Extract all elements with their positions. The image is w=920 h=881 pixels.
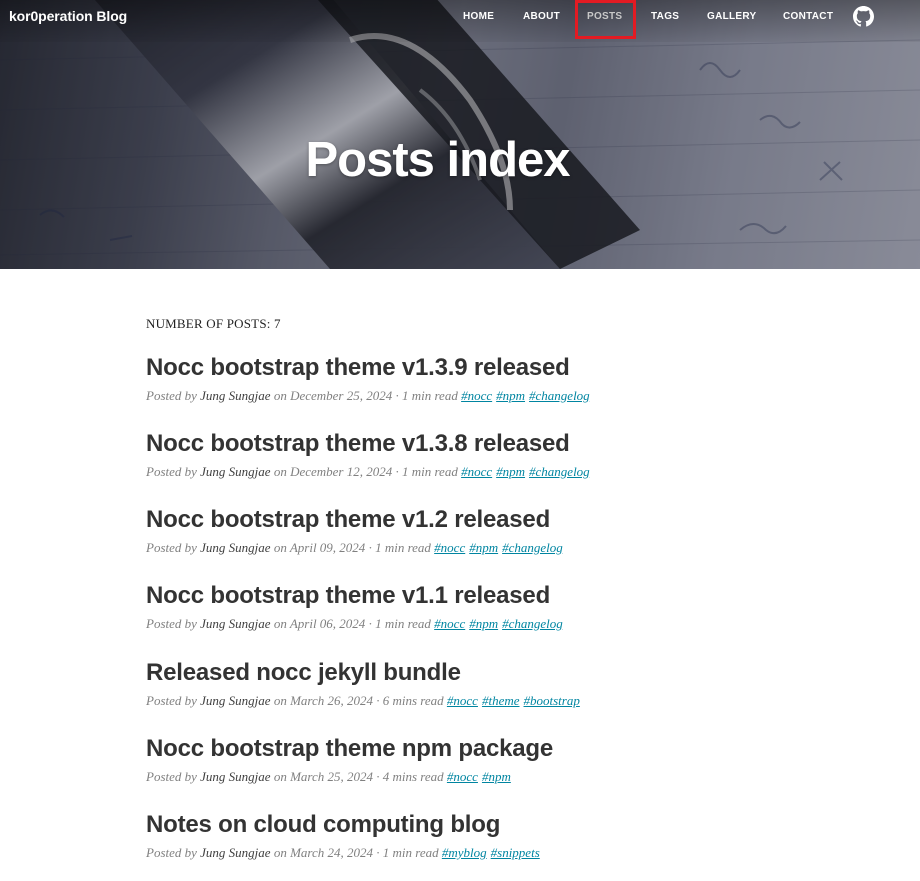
top-navigation: kor0peration Blog HOME ABOUT POSTS TAGS … [0, 0, 920, 42]
post-date: December 12, 2024 [290, 464, 393, 479]
post-tag-link[interactable]: #npm [496, 464, 525, 479]
read-time: · 1 min read [368, 616, 431, 631]
post-tag-link[interactable]: #changelog [502, 616, 563, 631]
post-meta: Posted by Jung Sungjae on March 24, 2024… [146, 844, 786, 862]
post-tag-link[interactable]: #nocc [434, 616, 465, 631]
brand-link[interactable]: kor0peration Blog [9, 8, 127, 24]
post-tag-link[interactable]: #npm [482, 769, 511, 784]
date-prefix: on [273, 693, 287, 708]
post-author: Jung Sungjae [200, 540, 271, 555]
read-time: · 1 min read [395, 464, 458, 479]
posted-by-label: Posted by [146, 388, 197, 403]
post-title-link[interactable]: Nocc bootstrap theme npm package [146, 735, 786, 763]
post-title-link[interactable]: Nocc bootstrap theme v1.2 released [146, 506, 786, 534]
post-preview: Released nocc jekyll bundle Posted by Jun… [146, 659, 786, 710]
date-prefix: on [273, 769, 287, 784]
posted-by-label: Posted by [146, 769, 197, 784]
post-preview: Nocc bootstrap theme npm package Posted b… [146, 735, 786, 786]
nav-about[interactable]: ABOUT [523, 11, 560, 22]
post-tag-link[interactable]: #changelog [529, 388, 590, 403]
read-time: · 1 min read [376, 845, 439, 860]
read-time: · 1 min read [368, 540, 431, 555]
post-date: April 06, 2024 [289, 616, 366, 631]
github-icon[interactable] [853, 6, 874, 27]
date-prefix: on [273, 540, 287, 555]
posted-by-label: Posted by [146, 616, 197, 631]
post-title-link[interactable]: Nocc bootstrap theme v1.3.9 released [146, 354, 786, 382]
post-author: Jung Sungjae [200, 845, 271, 860]
post-tag-link[interactable]: #bootstrap [524, 693, 580, 708]
post-meta: Posted by Jung Sungjae on April 06, 2024… [146, 615, 786, 633]
post-preview: Nocc bootstrap theme v1.2 released Posted… [146, 506, 786, 557]
nav-home[interactable]: HOME [463, 11, 494, 22]
post-meta: Posted by Jung Sungjae on April 09, 2024… [146, 539, 786, 557]
post-preview: Nocc bootstrap theme v1.3.9 released Post… [146, 354, 786, 405]
posts-count: NUMBER OF POSTS: 7 [146, 316, 281, 331]
post-meta: Posted by Jung Sungjae on March 26, 2024… [146, 692, 786, 710]
posted-by-label: Posted by [146, 693, 197, 708]
post-author: Jung Sungjae [200, 464, 271, 479]
post-title-link[interactable]: Nocc bootstrap theme v1.1 released [146, 582, 786, 610]
post-meta: Posted by Jung Sungjae on December 25, 2… [146, 387, 786, 405]
posted-by-label: Posted by [146, 464, 197, 479]
post-date: April 09, 2024 [289, 540, 366, 555]
date-prefix: on [273, 845, 287, 860]
post-preview: Nocc bootstrap theme v1.1 released Posted… [146, 582, 786, 633]
post-title-link[interactable]: Nocc bootstrap theme v1.3.8 released [146, 430, 786, 458]
post-date: March 25, 2024 [290, 769, 373, 784]
active-nav-highlight [575, 0, 636, 39]
posted-by-label: Posted by [146, 540, 197, 555]
post-date: December 25, 2024 [290, 388, 393, 403]
post-tag-link[interactable]: #npm [469, 616, 498, 631]
posted-by-label: Posted by [146, 845, 197, 860]
post-preview: Nocc bootstrap theme v1.3.8 released Post… [146, 430, 786, 481]
post-tag-link[interactable]: #changelog [529, 464, 590, 479]
post-author: Jung Sungjae [200, 388, 271, 403]
post-tag-link[interactable]: #nocc [434, 540, 465, 555]
page-header: kor0peration Blog HOME ABOUT POSTS TAGS … [0, 0, 920, 269]
post-tag-link[interactable]: #nocc [447, 769, 478, 784]
post-meta: Posted by Jung Sungjae on March 25, 2024… [146, 768, 786, 786]
nav-contact[interactable]: CONTACT [783, 11, 833, 22]
post-date: March 24, 2024 [290, 845, 373, 860]
post-preview: Notes on cloud computing blog Posted by J… [146, 811, 786, 862]
post-tag-link[interactable]: #changelog [502, 540, 563, 555]
post-tag-link[interactable]: #myblog [442, 845, 487, 860]
post-title-link[interactable]: Released nocc jekyll bundle [146, 659, 786, 687]
post-author: Jung Sungjae [200, 616, 271, 631]
read-time: · 4 mins read [376, 769, 444, 784]
post-tag-link[interactable]: #snippets [491, 845, 540, 860]
post-date: March 26, 2024 [290, 693, 373, 708]
post-tag-link[interactable]: #npm [469, 540, 498, 555]
post-tag-link[interactable]: #nocc [461, 464, 492, 479]
post-author: Jung Sungjae [200, 693, 271, 708]
read-time: · 1 min read [395, 388, 458, 403]
nav-gallery[interactable]: GALLERY [707, 11, 757, 22]
date-prefix: on [273, 464, 287, 479]
date-prefix: on [273, 616, 287, 631]
post-tag-link[interactable]: #nocc [461, 388, 492, 403]
nav-tags[interactable]: TAGS [651, 11, 679, 22]
post-title-link[interactable]: Notes on cloud computing blog [146, 811, 786, 839]
read-time: · 6 mins read [376, 693, 444, 708]
post-tag-link[interactable]: #theme [482, 693, 520, 708]
post-author: Jung Sungjae [200, 769, 271, 784]
post-tag-link[interactable]: #npm [496, 388, 525, 403]
post-meta: Posted by Jung Sungjae on December 12, 2… [146, 463, 786, 481]
date-prefix: on [273, 388, 287, 403]
post-tag-link[interactable]: #nocc [447, 693, 478, 708]
page-title: Posts index [305, 133, 570, 187]
